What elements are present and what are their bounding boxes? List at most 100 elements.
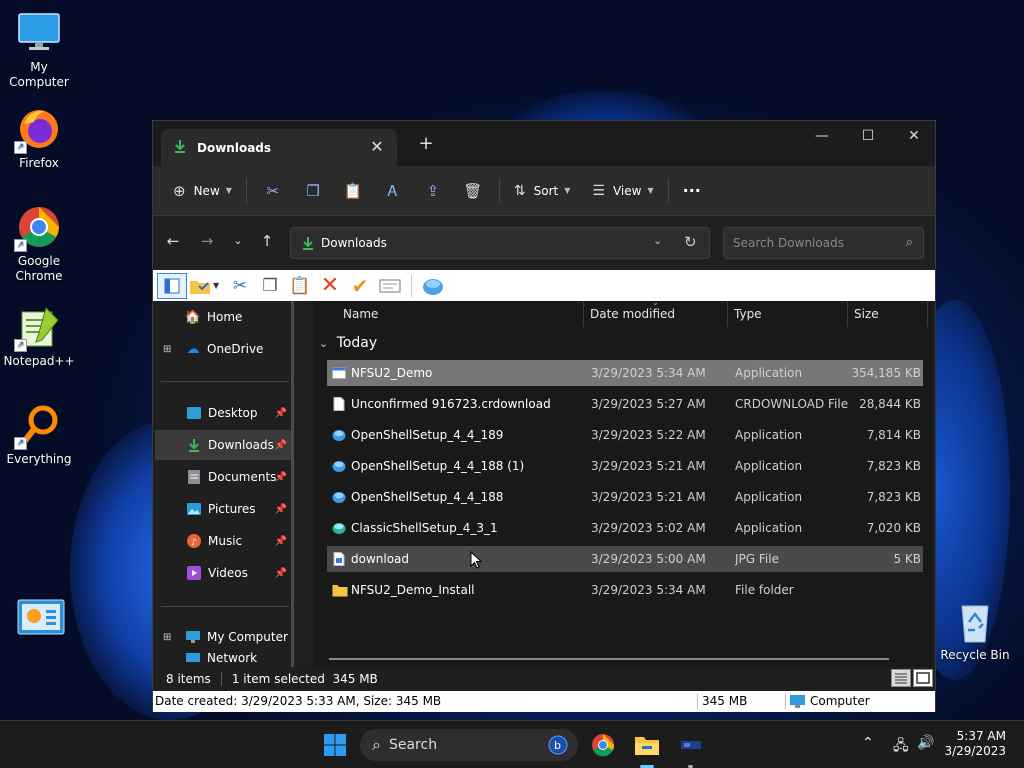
recent-locations-chevron-icon[interactable]: ⌄ bbox=[226, 229, 250, 253]
table-row[interactable]: NFSU2_Demo 3/29/2023 5:34 AM Application 35… bbox=[327, 360, 923, 386]
view-button[interactable]: ☰ View ▼ bbox=[584, 175, 661, 207]
rename-icon[interactable]: Ꭺ bbox=[373, 175, 413, 207]
file-explorer-icon[interactable] bbox=[632, 730, 662, 760]
desktop-icon-recycle-bin[interactable]: Recycle Bin bbox=[936, 598, 1014, 663]
desktop-icon-my-computer[interactable]: My Computer bbox=[0, 10, 78, 90]
openshell-shell-icon[interactable] bbox=[418, 273, 448, 299]
delete-x-icon[interactable]: ✕ bbox=[315, 273, 345, 299]
search-input[interactable]: Search Downloads ⌕ bbox=[723, 227, 924, 259]
table-row[interactable]: NFSU2_Demo_Install 3/29/2023 5:34 AM File … bbox=[327, 577, 923, 603]
navigation-pane-icon[interactable] bbox=[157, 272, 187, 299]
toolbar-divider bbox=[667, 177, 669, 204]
chevron-down-icon[interactable]: ⌄ bbox=[653, 234, 662, 247]
horizontal-scrollbar[interactable] bbox=[329, 658, 889, 660]
folder-options-icon[interactable] bbox=[187, 273, 213, 299]
paste-icon[interactable]: 📋 bbox=[285, 273, 315, 299]
table-row[interactable]: OpenShellSetup_4_4_189 3/29/2023 5:22 AM A… bbox=[327, 422, 923, 448]
onedrive-cloud-icon: ☁ bbox=[186, 341, 200, 357]
check-icon[interactable]: ✔ bbox=[345, 273, 375, 299]
close-tab-icon[interactable]: ✕ bbox=[367, 137, 387, 157]
desktop-icon-chrome[interactable]: ↗ Google Chrome bbox=[0, 204, 78, 284]
table-row[interactable]: OpenShellSetup_4_4_188 (1) 3/29/2023 5:21… bbox=[327, 453, 923, 479]
computer-icon bbox=[185, 629, 201, 645]
copy-icon[interactable]: ❐ bbox=[293, 175, 333, 207]
sidebar-item-onedrive[interactable]: ⊞ ☁ OneDrive bbox=[155, 334, 291, 364]
sidebar-item-music[interactable]: ♪ Music 📌 bbox=[155, 526, 291, 556]
share-icon[interactable]: ⇪ bbox=[413, 175, 453, 207]
taskbar-search[interactable]: ⌕ Search b bbox=[360, 729, 578, 761]
cell-name: OpenShellSetup_4_4_188 (1) bbox=[351, 459, 525, 473]
up-icon[interactable]: ↑ bbox=[255, 229, 279, 253]
copy-icon[interactable]: ❐ bbox=[255, 273, 285, 299]
shortcut-arrow-icon: ↗ bbox=[14, 339, 27, 352]
group-label: Today bbox=[336, 335, 378, 351]
tab-downloads[interactable]: Downloads ✕ bbox=[161, 129, 397, 166]
minimize-icon[interactable]: — bbox=[799, 121, 845, 151]
desktop-icon-control-panel[interactable] bbox=[0, 598, 78, 648]
cell-type: Application bbox=[735, 428, 803, 442]
cut-icon[interactable]: ✂ bbox=[253, 175, 293, 207]
desktop-icon-firefox[interactable]: ↗ Firefox bbox=[0, 106, 78, 171]
table-row[interactable]: OpenShellSetup_4_4_188 3/29/2023 5:21 AM A… bbox=[327, 484, 923, 510]
table-row[interactable]: download 3/29/2023 5:00 AM JPG File 5 KB bbox=[327, 546, 923, 572]
new-tab-icon[interactable]: + bbox=[415, 133, 437, 155]
desktop-icon-everything[interactable]: ↗ Everything bbox=[0, 402, 78, 467]
desktop-icon-label: Recycle Bin bbox=[940, 648, 1010, 662]
more-options-button[interactable]: ··· bbox=[675, 175, 709, 207]
desktop-icon-notepadpp[interactable]: ↗ Notepad++ bbox=[0, 304, 78, 369]
sidebar-scrollbar[interactable] bbox=[291, 301, 294, 667]
sort-chevron-icon: ⌄ bbox=[652, 298, 659, 307]
forward-icon[interactable]: → bbox=[195, 229, 219, 253]
cut-icon[interactable]: ✂ bbox=[225, 273, 255, 299]
home-icon: 🏠 bbox=[184, 309, 202, 325]
network-icon[interactable]: 🖧 bbox=[893, 735, 909, 759]
classicshell-shell-icon bbox=[332, 521, 346, 535]
properties-icon[interactable] bbox=[375, 273, 405, 299]
back-icon[interactable]: ← bbox=[161, 229, 185, 253]
group-header-today[interactable]: ⌄ Today bbox=[319, 335, 377, 351]
column-header-name[interactable]: Name bbox=[337, 301, 584, 327]
sidebar-item-desktop[interactable]: Desktop 📌 bbox=[155, 398, 291, 428]
openshell-shell-icon bbox=[332, 490, 346, 504]
details-location: Computer bbox=[810, 694, 870, 708]
sidebar-item-network[interactable]: Network bbox=[155, 651, 291, 667]
cell-type: JPG File bbox=[735, 552, 779, 566]
maximize-icon[interactable]: ☐ bbox=[845, 121, 891, 151]
app-icon[interactable] bbox=[676, 730, 706, 760]
column-header-type[interactable]: Type bbox=[728, 301, 848, 327]
chevron-down-icon[interactable]: ▼ bbox=[213, 281, 225, 290]
large-icons-view-icon[interactable] bbox=[913, 669, 933, 687]
table-row[interactable]: Unconfirmed 916723.crdownload 3/29/2023 5… bbox=[327, 391, 923, 417]
close-window-icon[interactable]: ✕ bbox=[891, 121, 937, 151]
table-row[interactable]: ClassicShellSetup_4_3_1 3/29/2023 5:02 AM… bbox=[327, 515, 923, 541]
sidebar-item-home[interactable]: 🏠 Home bbox=[155, 302, 291, 332]
new-button[interactable]: ⊕ New ▼ bbox=[165, 175, 240, 207]
chevron-up-icon[interactable]: ⌃ bbox=[862, 735, 874, 751]
sidebar-item-downloads[interactable]: Downloads 📌 bbox=[155, 430, 291, 460]
delete-icon[interactable]: 🗑 bbox=[453, 175, 493, 207]
refresh-icon[interactable]: ↻ bbox=[684, 233, 697, 251]
sidebar-item-documents[interactable]: Documents 📌 bbox=[155, 462, 291, 492]
windows-start-icon[interactable] bbox=[320, 730, 350, 760]
sidebar-item-my-computer[interactable]: ⊞ My Computer bbox=[155, 622, 291, 652]
address-bar[interactable]: Downloads ⌄ ↻ bbox=[290, 227, 710, 259]
paste-icon[interactable]: 📋 bbox=[333, 175, 373, 207]
cell-name: NFSU2_Demo_Install bbox=[351, 583, 475, 597]
column-header-size[interactable]: Size bbox=[848, 301, 928, 327]
cell-name: ClassicShellSetup_4_3_1 bbox=[351, 521, 498, 535]
chrome-icon[interactable] bbox=[588, 730, 618, 760]
cell-size bbox=[847, 577, 921, 603]
navigation-pane: 🏠 Home ⊞ ☁ OneDrive Desktop 📌 Downloads … bbox=[153, 301, 291, 667]
clock[interactable]: 5:37 AM 3/29/2023 bbox=[944, 729, 1006, 759]
details-view-icon[interactable] bbox=[891, 669, 911, 687]
expand-icon[interactable]: ⊞ bbox=[163, 632, 171, 643]
sort-button[interactable]: ⇅ Sort ▼ bbox=[506, 175, 579, 207]
toolbar-divider bbox=[411, 274, 412, 297]
taskbar-search-label: Search bbox=[388, 737, 438, 753]
chrome-icon: ↗ bbox=[14, 204, 62, 252]
volume-icon[interactable]: 🔊 bbox=[917, 735, 934, 751]
shortcut-arrow-icon: ↗ bbox=[14, 141, 27, 154]
sidebar-item-pictures[interactable]: Pictures 📌 bbox=[155, 494, 291, 524]
expand-icon[interactable]: ⊞ bbox=[163, 344, 171, 355]
sidebar-item-videos[interactable]: Videos 📌 bbox=[155, 558, 291, 588]
